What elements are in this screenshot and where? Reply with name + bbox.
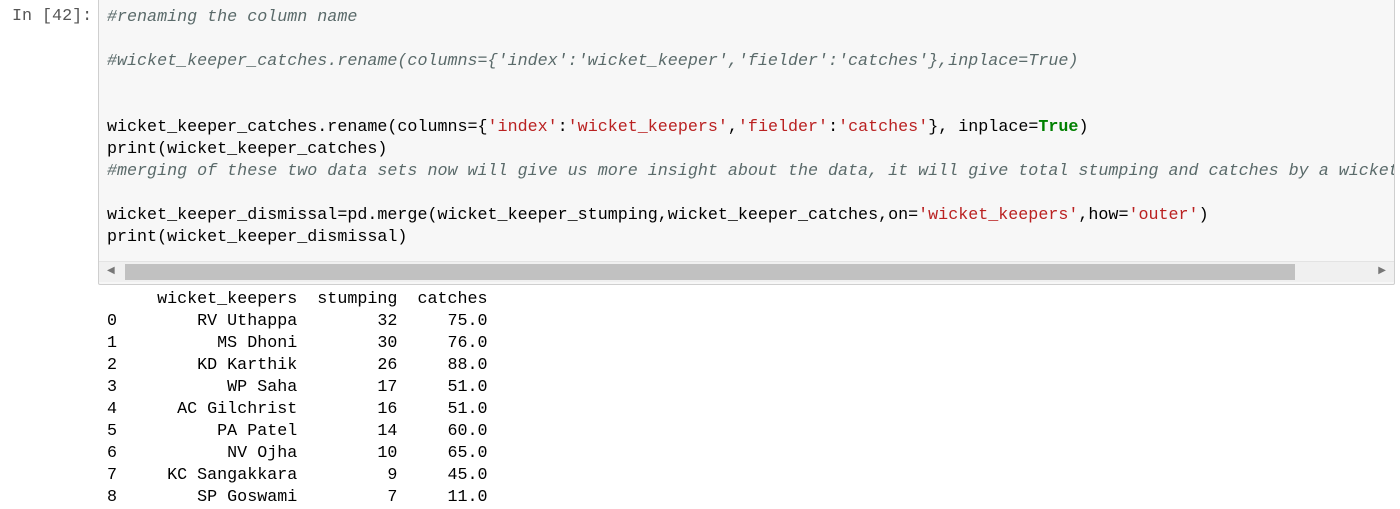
table-row: 3 WP Saha 17 51.0 <box>107 377 508 399</box>
cell-value: 10 <box>377 444 398 463</box>
cell-value: WP Saha <box>227 378 298 397</box>
code-token: wicket_keeper_dismissal=pd.merge(wicket_… <box>107 206 919 225</box>
scrollbar-thumb[interactable] <box>125 264 1295 280</box>
cell-value: 60.0 <box>447 422 488 441</box>
code-line: #wicket_keeper_catches.rename(columns={'… <box>107 51 1394 73</box>
cell-value: RV Uthappa <box>197 312 298 331</box>
cell-value: PA Patel <box>217 422 298 441</box>
table-header: wicket_keepers stumping catches <box>107 289 508 311</box>
cell-value: 14 <box>377 422 398 441</box>
cell-value: 75.0 <box>447 312 488 331</box>
code-token: , <box>727 118 738 137</box>
cell-value: 88.0 <box>447 356 488 375</box>
cell-value: catches <box>417 290 488 309</box>
row-index: 1 <box>107 334 118 353</box>
cell-value: 30 <box>377 334 398 353</box>
code-comment: #merging of these two data sets now will… <box>107 162 1395 181</box>
code-line: wicket_keeper_dismissal=pd.merge(wicket_… <box>107 205 1394 227</box>
code-string: 'fielder' <box>737 118 829 137</box>
cell-value: 76.0 <box>447 334 488 353</box>
row-index: 6 <box>107 444 118 463</box>
cell-value: NV Ojha <box>227 444 298 463</box>
row-index: 2 <box>107 356 118 375</box>
cell-value: wicket_keepers <box>157 290 298 309</box>
code-editor[interactable]: #renaming the column name #wicket_keeper_… <box>107 7 1395 249</box>
cell-value: 17 <box>377 378 398 397</box>
table-row: 4 AC Gilchrist 16 51.0 <box>107 399 508 421</box>
code-token: }, inplace= <box>928 118 1039 137</box>
code-line: #merging of these two data sets now will… <box>107 161 1395 183</box>
cell-value: 11.0 <box>447 488 488 507</box>
code-line: print(wicket_keeper_dismissal) <box>107 227 1394 249</box>
cell-value: 9 <box>387 466 398 485</box>
code-comment: #renaming the column name <box>107 8 358 27</box>
cell-output: wicket_keepers stumping catches 0 RV Uthappa… <box>107 289 508 509</box>
row-index: 4 <box>107 400 118 419</box>
table-row: 8 SP Goswami 7 11.0 <box>107 487 508 509</box>
cell-value: 26 <box>377 356 398 375</box>
table-row: 0 RV Uthappa 32 75.0 <box>107 311 508 333</box>
code-string: 'wicket_keepers' <box>567 118 728 137</box>
code-string: 'outer' <box>1128 206 1199 225</box>
row-index: 8 <box>107 488 118 507</box>
cell-value: AC Gilchrist <box>177 400 298 419</box>
cell-value: KD Karthik <box>197 356 298 375</box>
cell-value: 32 <box>377 312 398 331</box>
code-token: print(wicket_keeper_dismissal) <box>107 228 408 247</box>
cell-value: stumping <box>317 290 398 309</box>
code-token: : <box>828 118 839 137</box>
horizontal-scrollbar[interactable]: ◀ ▶ <box>99 261 1394 282</box>
code-token: : <box>557 118 568 137</box>
cell-prompt: In [42]: <box>12 7 93 26</box>
table-row: 5 PA Patel 14 60.0 <box>107 421 508 443</box>
code-string: 'catches' <box>838 118 929 137</box>
code-token: ) <box>1198 206 1209 225</box>
code-line: print(wicket_keeper_catches) <box>107 139 1394 161</box>
code-token: print(wicket_keeper_catches) <box>107 140 388 159</box>
code-line: #renaming the column name <box>107 7 1394 29</box>
code-cell[interactable]: #renaming the column name #wicket_keeper_… <box>98 0 1395 285</box>
cell-value: 51.0 <box>447 378 488 397</box>
row-index: 7 <box>107 466 118 485</box>
code-token: ) <box>1078 118 1089 137</box>
table-row: 1 MS Dhoni 30 76.0 <box>107 333 508 355</box>
code-string: 'index' <box>487 118 558 137</box>
table-row: 7 KC Sangakkara 9 45.0 <box>107 465 508 487</box>
code-line: wicket_keeper_catches.rename(columns={'i… <box>107 117 1394 139</box>
table-row: 6 NV Ojha 10 65.0 <box>107 443 508 465</box>
code-token: wicket_keeper_catches.rename(columns={ <box>107 118 488 137</box>
cell-value: SP Goswami <box>197 488 298 507</box>
row-index: 0 <box>107 312 118 331</box>
code-token: ,how= <box>1078 206 1129 225</box>
table-row: 2 KD Karthik 26 88.0 <box>107 355 508 377</box>
code-comment: #wicket_keeper_catches.rename(columns={'… <box>107 52 1079 71</box>
cell-value: 51.0 <box>447 400 488 419</box>
scroll-left-icon[interactable]: ◀ <box>107 265 115 276</box>
row-index: 5 <box>107 422 118 441</box>
cell-value: 65.0 <box>447 444 488 463</box>
cell-value: KC Sangakkara <box>167 466 298 485</box>
cell-value: MS Dhoni <box>217 334 298 353</box>
cell-value: 16 <box>377 400 398 419</box>
cell-value: 45.0 <box>447 466 488 485</box>
code-string: 'wicket_keepers' <box>918 206 1079 225</box>
code-keyword: True <box>1038 118 1079 137</box>
cell-value: 7 <box>387 488 398 507</box>
row-index: 3 <box>107 378 118 397</box>
scroll-right-icon[interactable]: ▶ <box>1378 265 1386 276</box>
